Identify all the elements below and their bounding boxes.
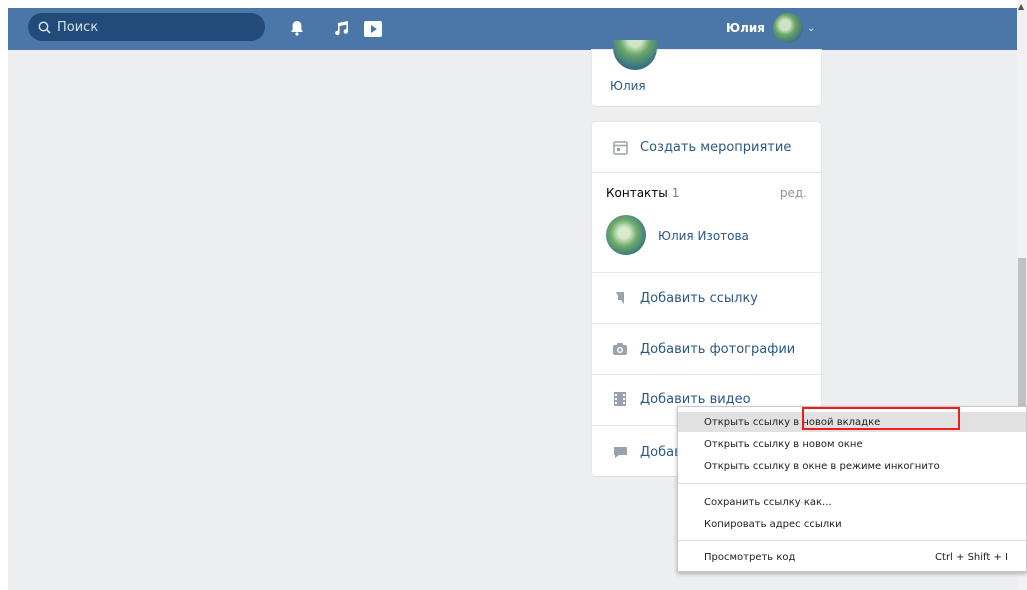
menu-open-new-window[interactable]: Открыть ссылку в новом окне — [678, 434, 1026, 454]
create-event-button[interactable]: Создать мероприятие — [592, 134, 821, 160]
bell-icon[interactable] — [290, 20, 304, 36]
user-menu[interactable]: Юлия ⌄ — [726, 12, 815, 44]
highlight-box — [802, 407, 960, 430]
contacts-edit-link[interactable]: ред. — [780, 186, 807, 200]
menu-copy-link-address[interactable]: Копировать адрес ссылки — [678, 514, 1026, 534]
add-other-label: Добав — [640, 444, 682, 460]
search-placeholder: Поиск — [57, 19, 99, 35]
film-icon — [612, 391, 628, 407]
link-arrow-icon — [612, 290, 628, 306]
contacts-count: 1 — [671, 186, 680, 200]
chevron-down-icon: ⌄ — [807, 22, 816, 34]
add-photos-label: Добавить фотографии — [640, 341, 796, 357]
music-icon[interactable] — [334, 20, 350, 36]
scroll-up-arrow-icon[interactable]: ▲ — [1018, 2, 1024, 11]
profile-avatar[interactable] — [613, 40, 657, 70]
menu-inspect[interactable]: Просмотреть код Ctrl + Shift + I — [678, 547, 1026, 567]
menu-save-link-as[interactable]: Сохранить ссылку как... — [678, 492, 1026, 512]
user-name: Юлия — [726, 21, 765, 35]
top-header: Поиск Юлия ⌄ — [8, 8, 1017, 50]
menu-divider — [678, 483, 1026, 484]
divider — [592, 272, 821, 273]
profile-name[interactable]: Юлия — [610, 79, 646, 93]
calendar-icon — [612, 139, 628, 155]
scrollbar-thumb[interactable] — [1018, 258, 1026, 406]
create-event-label: Создать мероприятие — [640, 139, 792, 155]
divider — [592, 374, 821, 375]
add-link-button[interactable]: Добавить ссылку — [592, 285, 821, 311]
divider — [592, 323, 821, 324]
add-video-label: Добавить видео — [640, 391, 751, 407]
search-icon — [38, 21, 51, 34]
contact-name[interactable]: Юлия Изотова — [658, 229, 749, 243]
profile-card: Юлия — [592, 40, 821, 106]
add-photos-button[interactable]: Добавить фотографии — [592, 336, 821, 362]
camera-icon — [612, 341, 628, 357]
video-icon[interactable] — [363, 20, 383, 38]
divider — [592, 172, 821, 173]
search-input[interactable]: Поиск — [28, 13, 265, 41]
avatar — [773, 13, 803, 43]
menu-divider — [678, 540, 1026, 541]
comment-icon — [612, 444, 628, 460]
contacts-header: Контакты 1 — [606, 186, 679, 200]
contact-avatar[interactable] — [606, 215, 646, 255]
context-menu: Открыть ссылку в новой вкладке Открыть с… — [677, 406, 1027, 572]
add-link-label: Добавить ссылку — [640, 290, 758, 306]
menu-open-incognito[interactable]: Открыть ссылку в окне в режиме инкогнито — [678, 456, 1026, 476]
menu-inspect-shortcut: Ctrl + Shift + I — [935, 551, 1008, 563]
contacts-title: Контакты — [606, 186, 668, 200]
menu-inspect-label: Просмотреть код — [704, 551, 796, 563]
